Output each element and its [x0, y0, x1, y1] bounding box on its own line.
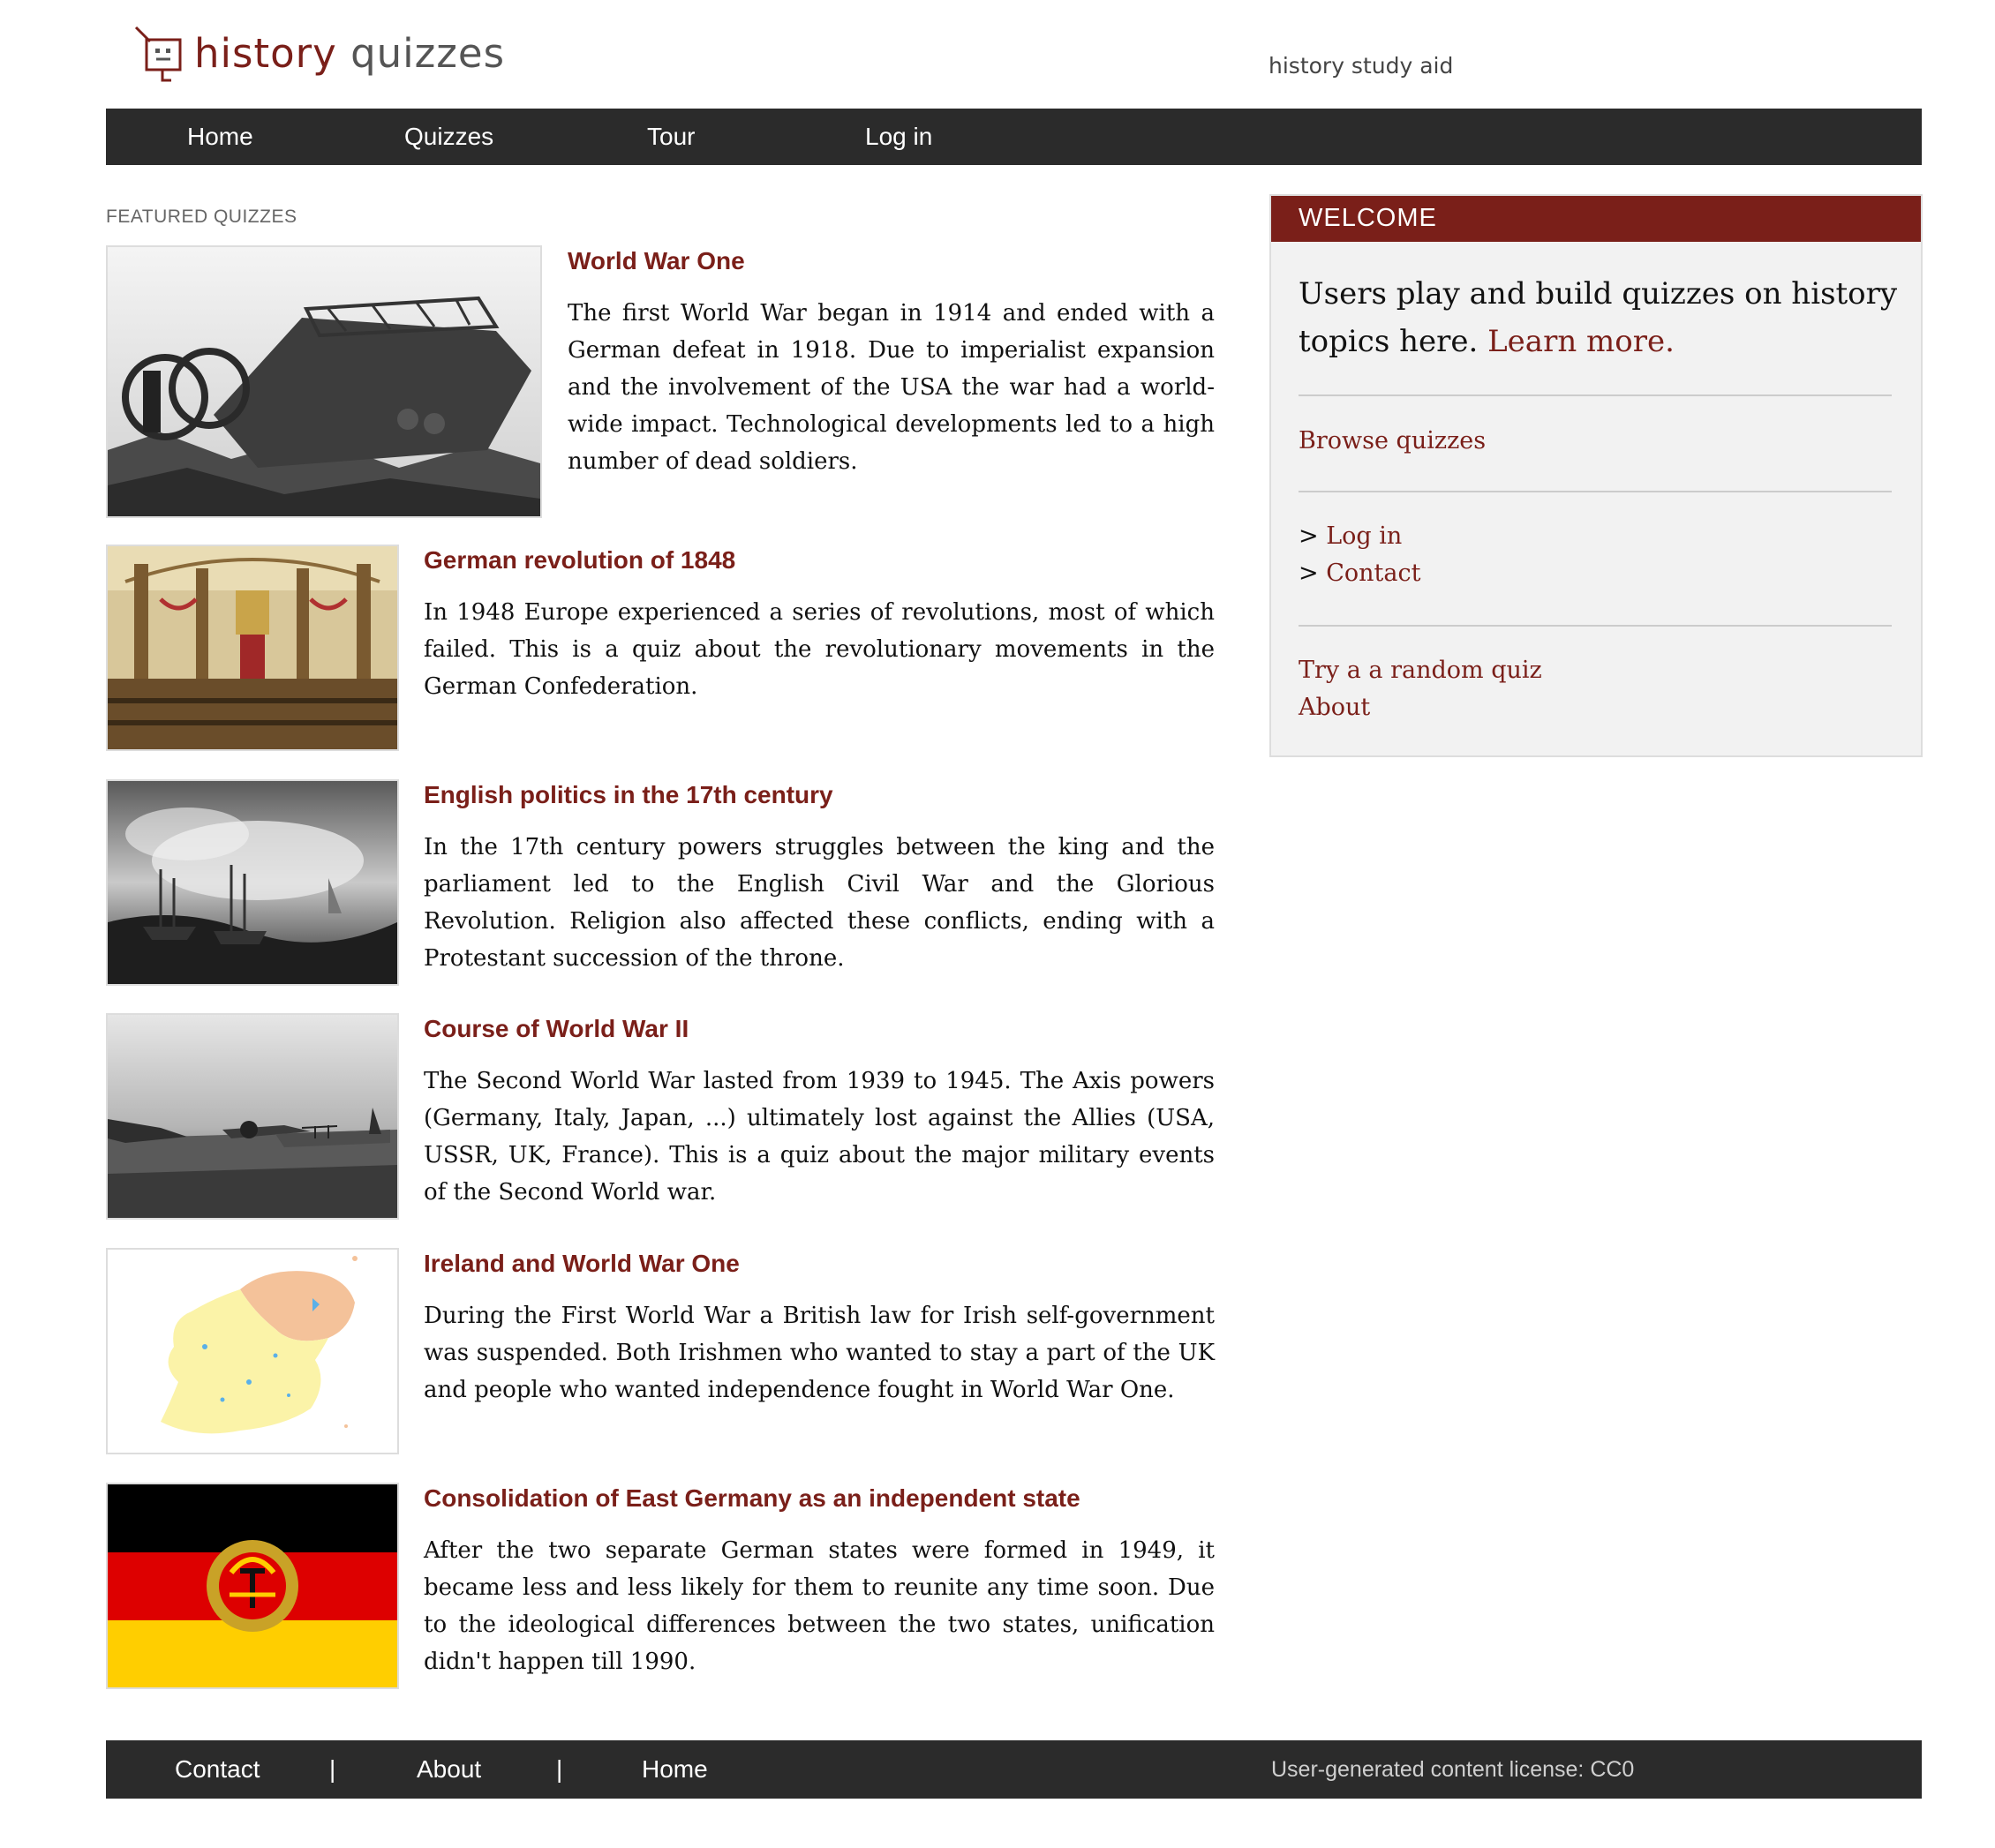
- quiz-desc-wwii: The Second World War lasted from 1939 to…: [424, 1068, 1215, 1206]
- footer-separator: |: [556, 1755, 563, 1783]
- quiz-title-ireland[interactable]: Ireland and World War One: [424, 1250, 740, 1278]
- quiz-title-wwii[interactable]: Course of World War II: [424, 1015, 689, 1043]
- featured-quizzes-label: FEATURED QUIZZES: [106, 207, 297, 227]
- site-tagline: history study aid: [1269, 53, 1454, 79]
- logo-word-history: history: [194, 29, 337, 77]
- learn-more-link[interactable]: Learn more.: [1487, 324, 1675, 359]
- quiz-thumbnail-1848[interactable]: [106, 545, 399, 751]
- footer-separator: |: [329, 1755, 336, 1783]
- quiz-thumbnail-english-politics[interactable]: [106, 779, 399, 986]
- sidebar-login-row: > Log in: [1299, 522, 1402, 550]
- wrecked-aircraft-photo-icon: [108, 1015, 397, 1218]
- footer-home-link[interactable]: Home: [642, 1740, 708, 1799]
- random-quiz-link[interactable]: Try a a random quiz: [1299, 657, 1542, 684]
- sidebar-contact-row: > Contact: [1299, 560, 1420, 587]
- sidebar-divider: [1299, 491, 1892, 492]
- arrow-prefix: >: [1299, 522, 1319, 550]
- tank-photo-icon: [108, 247, 540, 516]
- quiz-thumbnail-ireland[interactable]: [106, 1248, 399, 1454]
- sidebar-intro: Users play and build quizzes on history …: [1299, 270, 1899, 365]
- sidebar-heading-bar: WELCOME: [1271, 196, 1921, 242]
- quiz-title-east-germany[interactable]: Consolidation of East Germany as an inde…: [424, 1484, 1080, 1513]
- arrow-prefix: >: [1299, 560, 1319, 587]
- sidebar-divider: [1299, 394, 1892, 396]
- license-text: User-generated content license: CC0: [1271, 1757, 1635, 1782]
- east-germany-flag-icon: [108, 1484, 397, 1687]
- ireland-map-icon: [108, 1250, 397, 1453]
- assembly-hall-painting-icon: [108, 546, 397, 749]
- sidebar-divider: [1299, 625, 1892, 627]
- quiz-thumbnail-wwi[interactable]: [106, 245, 542, 518]
- nav-quizzes[interactable]: Quizzes: [404, 109, 493, 165]
- logo-icon: [134, 26, 182, 82]
- footer-about-link[interactable]: About: [417, 1740, 481, 1799]
- quiz-title-english-politics[interactable]: English politics in the 17th century: [424, 781, 833, 809]
- sidebar-heading: WELCOME: [1299, 204, 1437, 232]
- quiz-desc-east-germany: After the two separate German states wer…: [424, 1537, 1215, 1675]
- quiz-desc-english-politics: In the 17th century powers struggles bet…: [424, 834, 1215, 972]
- quiz-thumbnail-wwii[interactable]: [106, 1013, 399, 1220]
- nav-login[interactable]: Log in: [865, 109, 932, 165]
- quiz-title-1848[interactable]: German revolution of 1848: [424, 546, 735, 575]
- quiz-thumbnail-east-germany[interactable]: [106, 1483, 399, 1689]
- footer-contact-link[interactable]: Contact: [175, 1740, 260, 1799]
- browse-quizzes-link[interactable]: Browse quizzes: [1299, 427, 1486, 454]
- naval-battle-painting-icon: [108, 781, 397, 984]
- site-header: history quizzes history study aid: [0, 0, 1995, 108]
- sidebar-contact-link[interactable]: Contact: [1326, 560, 1420, 587]
- sidebar-login-link[interactable]: Log in: [1326, 522, 1402, 550]
- quiz-desc-wwi: The first World War began in 1914 and en…: [568, 300, 1215, 475]
- site-logo[interactable]: history quizzes: [132, 18, 505, 88]
- quiz-title-wwi[interactable]: World War One: [568, 247, 745, 275]
- quiz-desc-1848: In 1948 Europe experienced a series of r…: [424, 599, 1215, 700]
- nav-home[interactable]: Home: [187, 109, 253, 165]
- welcome-sidebar: WELCOME Users play and build quizzes on …: [1269, 194, 1923, 757]
- quiz-desc-ireland: During the First World War a British law…: [424, 1303, 1215, 1403]
- logo-text: history quizzes: [194, 30, 505, 77]
- nav-tour[interactable]: Tour: [647, 109, 695, 165]
- logo-word-quizzes: quizzes: [350, 29, 506, 77]
- site-footer: Contact | About | Home User-generated co…: [106, 1740, 1922, 1799]
- main-nav: Home Quizzes Tour Log in: [106, 109, 1922, 165]
- sidebar-about-link[interactable]: About: [1299, 694, 1370, 721]
